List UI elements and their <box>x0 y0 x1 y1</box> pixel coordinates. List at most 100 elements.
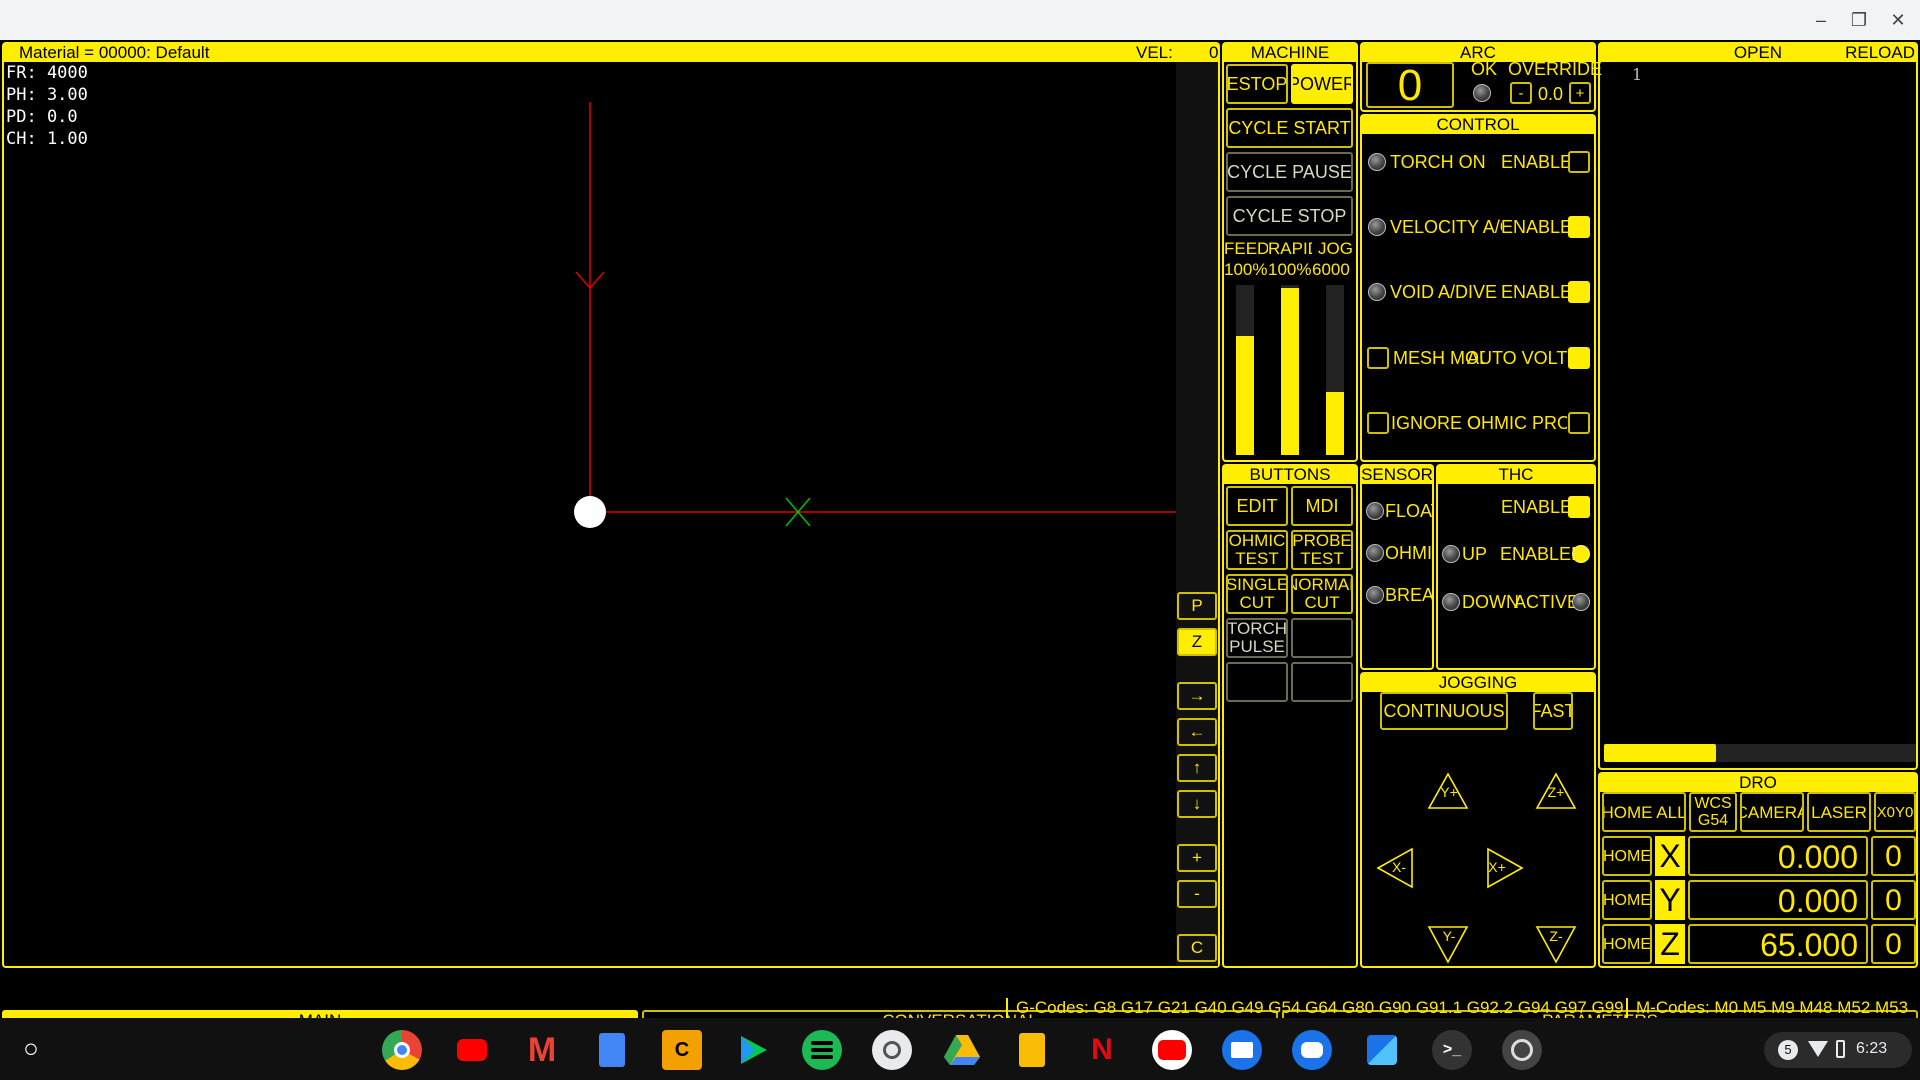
pan-left-button[interactable]: ← <box>1177 718 1217 746</box>
probe-test-button[interactable]: PROBE TEST <box>1291 530 1353 570</box>
velocity-ac-led <box>1368 218 1386 236</box>
docs-icon[interactable] <box>592 1030 632 1070</box>
arc-voltage-value: 0 <box>1366 62 1454 108</box>
pan-down-button[interactable]: ↓ <box>1177 790 1217 818</box>
zoom-out-button[interactable]: - <box>1177 880 1217 908</box>
home-all-button[interactable]: HOME ALL <box>1602 792 1686 832</box>
spotify-icon[interactable] <box>802 1030 842 1070</box>
home-x-button[interactable]: HOME <box>1602 836 1652 876</box>
jog-z-minus-label: Z- <box>1549 928 1563 944</box>
override-minus-button[interactable]: - <box>1510 82 1532 104</box>
feed-value: 100% <box>1224 260 1268 279</box>
keep-icon[interactable] <box>1012 1030 1052 1070</box>
zero-y-button[interactable]: 0 <box>1871 880 1916 920</box>
qtplasmac-app: Material = 00000: Default VEL: 0 FR: 400… <box>0 40 1920 1032</box>
linux-app-icon[interactable] <box>1502 1030 1542 1070</box>
terminal-icon[interactable]: >_ <box>1432 1030 1472 1070</box>
pan-right-button[interactable]: → <box>1177 682 1217 710</box>
buttons-header: BUTTONS <box>1223 465 1357 484</box>
jog-x-plus-label: X+ <box>1488 859 1506 875</box>
battery-icon <box>1836 1040 1845 1058</box>
files-icon[interactable] <box>1222 1030 1262 1070</box>
estop-button[interactable]: ESTOP <box>1226 64 1288 104</box>
cycle-start-button[interactable]: CYCLE START <box>1226 108 1353 148</box>
void-enable-checkbox[interactable] <box>1568 281 1590 303</box>
calculator-icon[interactable] <box>1362 1030 1402 1070</box>
thc-up-led <box>1442 545 1460 563</box>
ohmic-test-button[interactable]: OHMIC TEST <box>1226 530 1288 570</box>
gmail-icon[interactable]: M <box>522 1030 562 1070</box>
view-p-button[interactable]: P <box>1177 592 1217 620</box>
single-cut-button[interactable]: SINGLE CUT <box>1226 574 1288 614</box>
home-z-button[interactable]: HOME <box>1602 924 1652 964</box>
jog-slider[interactable] <box>1326 285 1344 455</box>
restore-button[interactable]: ❐ <box>1846 8 1872 32</box>
clock-time: 6:23 <box>1856 1040 1888 1057</box>
vel-value: 0 <box>1209 43 1219 62</box>
chrome-icon[interactable] <box>382 1030 422 1070</box>
minimize-button[interactable]: – <box>1808 8 1834 32</box>
thc-up-label: UP <box>1462 544 1488 564</box>
zero-x-button[interactable]: 0 <box>1871 836 1916 876</box>
play-store-icon[interactable] <box>732 1030 772 1070</box>
cycle-stop-button[interactable]: CYCLE STOP <box>1226 196 1353 236</box>
jog-continuous-button[interactable]: CONTINUOUS <box>1380 692 1508 730</box>
camera-icon[interactable] <box>872 1030 912 1070</box>
edit-button[interactable]: EDIT <box>1226 486 1288 526</box>
auto-volts-label: AUTO VOLTS <box>1467 348 1567 368</box>
rapid-slider[interactable] <box>1281 285 1299 455</box>
youtube-icon[interactable] <box>1152 1030 1192 1070</box>
user-button-8[interactable] <box>1291 618 1353 658</box>
camera-button[interactable]: CAMERA <box>1740 792 1804 832</box>
toolpath-canvas[interactable] <box>4 62 1176 966</box>
mdi-button[interactable]: MDI <box>1291 486 1353 526</box>
pan-up-button[interactable]: ↑ <box>1177 754 1217 782</box>
youtube-studio-icon[interactable] <box>452 1030 492 1070</box>
auto-volts-checkbox[interactable] <box>1568 347 1590 369</box>
ohmic-probe-label: OHMIC PROBE <box>1467 413 1567 433</box>
zoom-in-button[interactable]: + <box>1177 844 1217 872</box>
break-label: BREAK <box>1385 585 1432 605</box>
status-tray[interactable]: 5 6:23 <box>1764 1032 1912 1068</box>
close-button[interactable]: ✕ <box>1885 8 1911 32</box>
jogging-header: JOGGING <box>1361 673 1595 692</box>
mesh-mode-checkbox[interactable] <box>1367 347 1389 369</box>
jog-slider-fill <box>1326 392 1344 455</box>
user-button-9[interactable] <box>1226 662 1288 702</box>
wcs-button[interactable]: WCS G54 <box>1689 792 1737 832</box>
gcode-header: OPEN RELOAD <box>1599 43 1917 62</box>
jog-fast-button[interactable]: FAST <box>1533 692 1573 730</box>
gcode-progress-bar <box>1604 744 1916 762</box>
open-button[interactable]: OPEN <box>1734 43 1782 62</box>
gcode-progress-fill <box>1604 744 1716 762</box>
clear-button[interactable]: C <box>1177 934 1217 962</box>
torch-enable-checkbox[interactable] <box>1568 151 1590 173</box>
cycle-pause-button[interactable]: CYCLE PAUSE <box>1226 152 1353 192</box>
launcher-button[interactable]: ○ <box>14 1032 48 1066</box>
torch-pulse-button[interactable]: TORCH PULSE <box>1226 618 1288 658</box>
override-plus-button[interactable]: + <box>1569 82 1591 104</box>
laser-button[interactable]: LASER <box>1807 792 1871 832</box>
ignore-ok-checkbox[interactable] <box>1367 412 1389 434</box>
view-z-button[interactable]: Z <box>1177 628 1217 656</box>
rapid-label: RAPID <box>1268 239 1312 258</box>
c-app-icon[interactable]: C <box>662 1030 702 1070</box>
messages-icon[interactable] <box>1292 1030 1332 1070</box>
power-button[interactable]: POWER <box>1291 64 1353 104</box>
drive-icon[interactable] <box>942 1030 982 1070</box>
zero-z-button[interactable]: 0 <box>1871 924 1916 964</box>
void-enable-label: ENABLE <box>1501 282 1573 302</box>
gcodes-status: G-Codes: G8 G17 G21 G40 G49 G54 G64 G80 … <box>1006 998 1624 1018</box>
feed-slider[interactable] <box>1236 285 1254 455</box>
velocity-enable-checkbox[interactable] <box>1568 216 1590 238</box>
ohmic-probe-checkbox[interactable] <box>1568 412 1590 434</box>
reload-button[interactable]: RELOAD <box>1845 43 1915 62</box>
rapid-value: 100% <box>1268 260 1312 279</box>
thc-enable-checkbox[interactable] <box>1568 496 1590 518</box>
home-y-button[interactable]: HOME <box>1602 880 1652 920</box>
x0y0-button[interactable]: X0Y0 <box>1874 792 1916 832</box>
normal-cut-button[interactable]: NORMAL CUT <box>1291 574 1353 614</box>
user-button-10[interactable] <box>1291 662 1353 702</box>
torch-enable-label: ENABLE <box>1501 152 1573 172</box>
netflix-icon[interactable]: N <box>1082 1030 1122 1070</box>
